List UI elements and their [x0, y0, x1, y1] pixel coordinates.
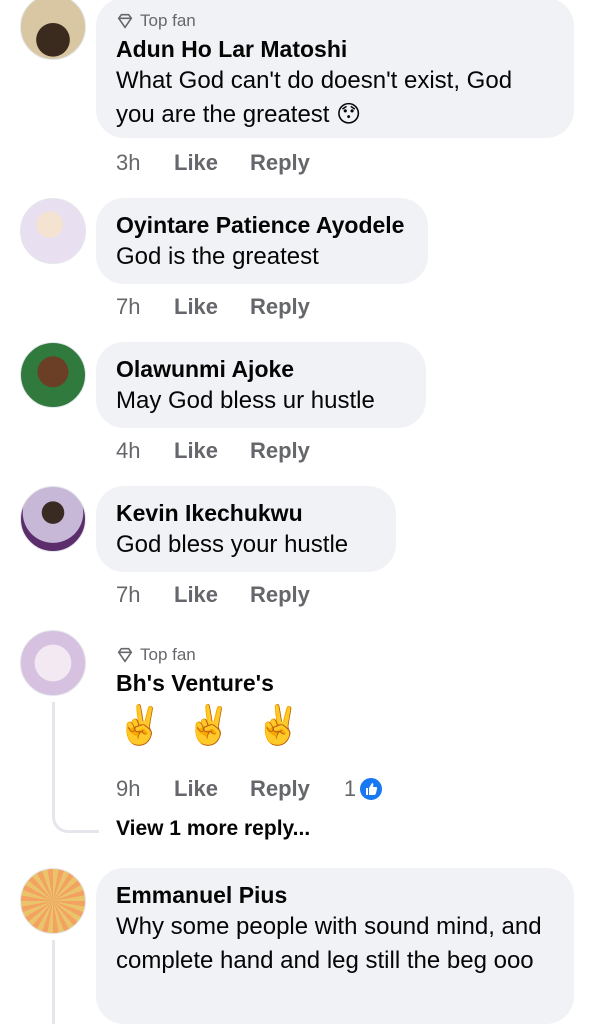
avatar[interactable] — [20, 486, 86, 552]
like-button[interactable]: Like — [174, 776, 250, 802]
reply-button[interactable]: Reply — [250, 582, 310, 608]
comment-time: 4h — [116, 438, 141, 463]
diamond-icon — [117, 647, 133, 663]
comment-actions: 9h Like Reply 1 — [116, 776, 385, 802]
thread-connector — [52, 800, 99, 833]
comment-actions: 7h Like Reply — [116, 582, 310, 608]
reply-button[interactable]: Reply — [250, 776, 310, 802]
comment-text: What God can't do doesn't exist, God you… — [116, 67, 513, 128]
comment-bubble: Kevin Ikechukwu God bless your hustle — [96, 486, 396, 572]
commenter-name[interactable]: Oyintare Patience Ayodele — [116, 210, 408, 240]
victory-hand-emoji: ✌️ — [254, 705, 302, 747]
avatar[interactable] — [20, 342, 86, 408]
reaction-count[interactable]: 1 — [344, 776, 385, 802]
comment-time: 3h — [116, 150, 141, 175]
like-button[interactable]: Like — [174, 438, 250, 464]
comment-actions: 3h Like Reply — [116, 150, 310, 176]
victory-hand-emoji: ✌️ — [116, 705, 164, 747]
reply-button[interactable]: Reply — [250, 150, 310, 176]
comment-bubble: Top fan Adun Ho Lar Matoshi What God can… — [96, 0, 574, 138]
like-button[interactable]: Like — [174, 582, 250, 608]
comment-bubble: Olawunmi Ajoke May God bless ur hustle — [96, 342, 426, 428]
emoji-row: ✌️ ✌️ ✌️ — [116, 704, 302, 748]
commenter-name[interactable]: Bh's Venture's — [116, 668, 302, 698]
comment-actions: 7h Like Reply — [116, 294, 310, 320]
comment-text: God bless your hustle — [116, 531, 349, 558]
view-more-replies-link[interactable]: View 1 more reply... — [116, 817, 310, 841]
comment-text: God is the greatest — [116, 243, 319, 270]
commenter-name[interactable]: Kevin Ikechukwu — [116, 498, 376, 528]
thumbs-up-icon — [358, 776, 385, 802]
top-fan-badge: Top fan — [116, 644, 302, 666]
victory-hand-emoji: ✌️ — [185, 705, 233, 747]
comment-content: Top fan Bh's Venture's ✌️ ✌️ ✌️ — [116, 644, 302, 748]
reply-button[interactable]: Reply — [250, 438, 310, 464]
comment-time: 7h — [116, 294, 141, 319]
avatar[interactable] — [20, 868, 86, 934]
reply-button[interactable]: Reply — [250, 294, 310, 320]
like-button[interactable]: Like — [174, 150, 250, 176]
comment-time: 7h — [116, 582, 141, 607]
thread-line — [52, 940, 55, 1024]
avatar[interactable] — [20, 0, 86, 60]
top-fan-badge: Top fan — [116, 10, 554, 32]
commenter-name[interactable]: Emmanuel Pius — [116, 880, 554, 910]
comment-time: 9h — [116, 776, 141, 801]
comment-bubble: Oyintare Patience Ayodele God is the gre… — [96, 198, 428, 284]
commenter-name[interactable]: Adun Ho Lar Matoshi — [116, 34, 554, 64]
thread-line — [52, 702, 55, 812]
comment-actions: 4h Like Reply — [116, 438, 310, 464]
comment-text: May God bless ur hustle — [116, 387, 375, 414]
avatar[interactable] — [20, 630, 86, 696]
comment-text: Why some people with sound mind, and com… — [116, 913, 542, 974]
diamond-icon — [117, 13, 133, 29]
commenter-name[interactable]: Olawunmi Ajoke — [116, 354, 406, 384]
avatar[interactable] — [20, 198, 86, 264]
comment-bubble: Emmanuel Pius Why some people with sound… — [96, 868, 574, 1024]
like-button[interactable]: Like — [174, 294, 250, 320]
